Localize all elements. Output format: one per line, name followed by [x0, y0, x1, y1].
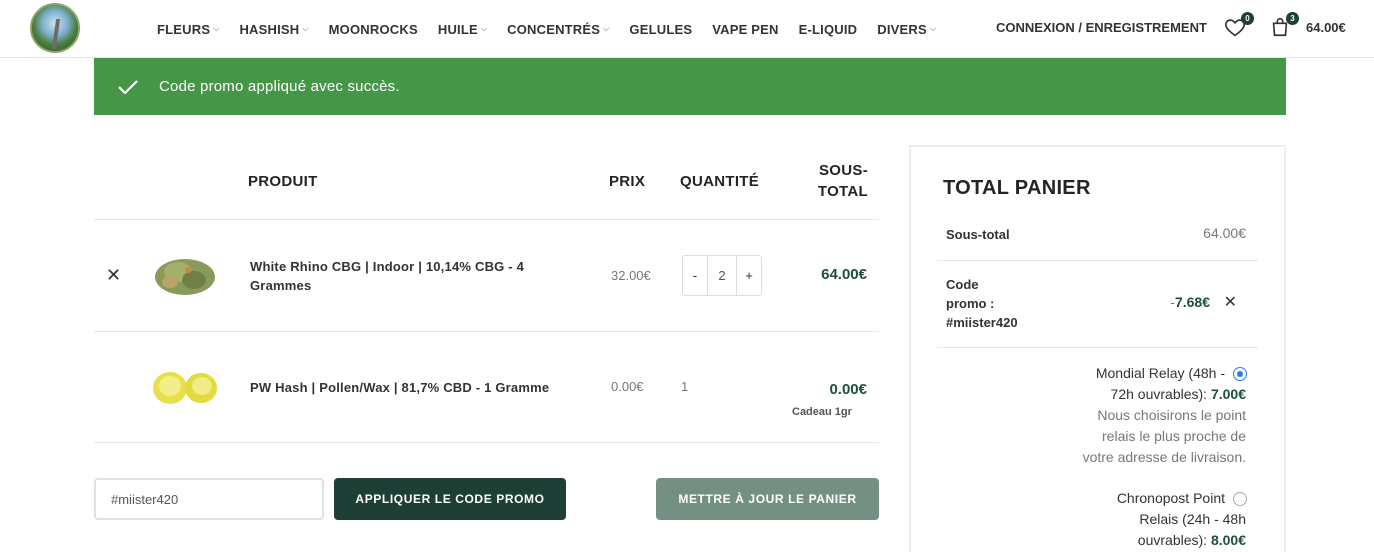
nav-item-divers[interactable]: DIVERS ⌵ [877, 22, 936, 37]
wishlist-button[interactable]: 0 [1224, 12, 1254, 40]
totals-divider [937, 260, 1258, 261]
shipping-desc-line1: Nous choisirons le point [1097, 407, 1246, 423]
product-price: 0.00€ [611, 379, 644, 394]
shipping-line3-text: ouvrables): [1137, 532, 1211, 548]
coupon-label-line2: promo : [946, 296, 995, 311]
shipping-line2: 72h ouvrables): 7.00€ [1083, 384, 1246, 405]
quantity-decrease-button[interactable]: - [683, 256, 707, 295]
column-header-price: PRIX [609, 173, 646, 190]
shipping-amount: 7.00€ [1210, 386, 1246, 402]
line-subtotal: 0.00€ [829, 381, 867, 398]
cart-totals-panel: TOTAL PANIER Sous-total 64.00€ Code prom… [909, 145, 1286, 552]
chevron-down-icon: ⌵ [213, 24, 220, 33]
table-divider [94, 442, 879, 443]
checkmark-icon [118, 79, 138, 94]
nav-label: DIVERS [877, 21, 927, 37]
chevron-down-icon: ⌵ [603, 24, 610, 33]
nav-item-vape-pen[interactable]: VAPE PEN [712, 22, 778, 37]
product-thumbnail-white-rhino[interactable] [150, 250, 220, 302]
chevron-down-icon: ⌵ [929, 24, 937, 33]
nav-label: MOONROCKS [328, 21, 418, 37]
nav-item-fleurs[interactable]: FLEURS ⌵ [157, 22, 219, 37]
table-divider [94, 219, 879, 220]
coupon-label-line1: Code [946, 277, 979, 292]
login-link[interactable]: CONNEXION / ENREGISTREMENT [996, 20, 1207, 35]
shipping-desc-line3: votre adresse de livraison. [1082, 449, 1246, 465]
column-header-subtotal-line1: SOUS- [818, 162, 868, 179]
nav-item-concentres[interactable]: CONCENTRÉS ⌵ [507, 22, 609, 37]
gift-note: Cadeau 1gr [792, 406, 852, 418]
shipping-line1: Mondial Relay (48h - [1095, 365, 1225, 381]
cart-totals-title: TOTAL PANIER [943, 177, 1091, 199]
shipping-option-chronopost[interactable]: Chronopost Point Relais (24h - 48h ouvra… [1117, 488, 1246, 551]
shipping-line2-text: 72h ouvrables): [1110, 386, 1211, 402]
shipping-desc-line2: relais le plus proche de [1102, 428, 1246, 444]
table-divider [94, 331, 879, 332]
shipping-line1: Chronopost Point [1116, 490, 1225, 506]
success-notice: Code promo appliqué avec succès. [94, 58, 1286, 115]
chevron-down-icon: ⌵ [480, 24, 488, 33]
shipping-line3: ouvrables): 8.00€ [1117, 530, 1246, 551]
coupon-label: Code promo : #miister420 [946, 275, 1018, 332]
nav-label: E-LIQUID [798, 21, 858, 37]
quantity-value: 1 [681, 379, 689, 394]
column-header-subtotal: SOUS- TOTAL [816, 162, 868, 200]
nav-label: HASHISH [239, 21, 300, 37]
site-logo[interactable] [30, 3, 80, 53]
line-subtotal: 64.00€ [821, 266, 867, 283]
quantity-increase-button[interactable]: + [737, 256, 761, 295]
product-name-link[interactable]: White Rhino CBG | Indoor | 10,14% CBG - … [250, 257, 570, 295]
column-header-product: PRODUIT [248, 173, 318, 190]
coupon-label-line3: #miister420 [946, 315, 1018, 330]
shipping-radio-chronopost[interactable] [1233, 492, 1247, 506]
subtotal-label: Sous-total [946, 227, 1010, 242]
nav-label: CONCENTRÉS [507, 21, 601, 37]
shipping-radio-mondial-relay[interactable] [1233, 367, 1247, 381]
cart-button[interactable]: 3 [1269, 12, 1299, 40]
nav-label: HUILE [437, 21, 478, 37]
nav-item-huile[interactable]: HUILE ⌵ [438, 22, 487, 37]
chevron-down-icon: ⌵ [302, 24, 309, 33]
nav-item-gelules[interactable]: GELULES [629, 22, 692, 37]
shipping-line2: Relais (24h - 48h [1139, 511, 1246, 527]
cart-count-badge: 3 [1286, 12, 1299, 25]
site-header: FLEURS ⌵ HASHISH ⌵ MOONROCKS HUILE ⌵ CONCEN… [0, 0, 1374, 58]
shipping-option-mondial-relay[interactable]: Mondial Relay (48h - 72h ouvrables): 7.0… [1083, 363, 1246, 468]
update-cart-button[interactable]: METTRE À JOUR LE PANIER [656, 478, 879, 520]
product-price: 32.00€ [611, 268, 651, 283]
quantity-input[interactable]: 2 [707, 256, 737, 295]
coupon-discount-value: -7.68€ [1170, 294, 1210, 310]
totals-divider [937, 347, 1258, 348]
discount-amount: 7.68€ [1174, 294, 1210, 310]
nav-label: FLEURS [157, 21, 211, 37]
column-header-subtotal-line2: TOTAL [817, 183, 868, 200]
remove-item-button[interactable]: ✕ [106, 265, 121, 286]
nav-item-hashish[interactable]: HASHISH ⌵ [239, 22, 308, 37]
nav-item-moonrocks[interactable]: MOONROCKS [329, 22, 418, 37]
product-thumbnail-pw-hash[interactable] [150, 364, 220, 410]
wishlist-count-badge: 0 [1241, 12, 1254, 25]
quantity-stepper: - 2 + [682, 255, 762, 296]
nav-label: GELULES [629, 21, 693, 37]
nav-label: VAPE PEN [712, 21, 779, 37]
main-nav: FLEURS ⌵ HASHISH ⌵ MOONROCKS HUILE ⌵ CONCEN… [157, 0, 956, 58]
subtotal-value: 64.00€ [1203, 225, 1246, 241]
product-name-link[interactable]: PW Hash | Pollen/Wax | 81,7% CBD - 1 Gra… [250, 378, 590, 397]
shipping-amount: 8.00€ [1210, 532, 1246, 548]
nav-item-e-liquid[interactable]: E-LIQUID [799, 22, 858, 37]
column-header-quantity: QUANTITÉ [680, 173, 760, 190]
cart-total-amount[interactable]: 64.00€ [1306, 20, 1346, 35]
notice-message: Code promo appliqué avec succès. [159, 78, 400, 95]
coupon-code-input[interactable] [94, 478, 324, 520]
apply-coupon-button[interactable]: APPLIQUER LE CODE PROMO [334, 478, 566, 520]
remove-coupon-button[interactable]: ✕ [1224, 292, 1237, 312]
